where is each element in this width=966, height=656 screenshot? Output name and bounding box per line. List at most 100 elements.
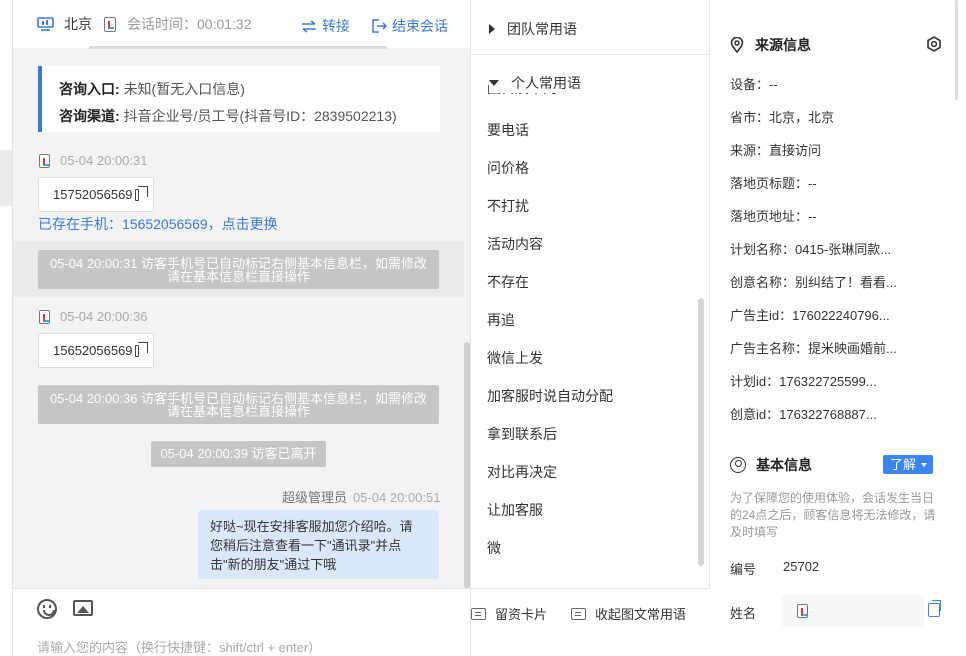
basic-info-note: 为了保障您的使用体验，会话发生当日 的24点之后，顾客信息将无法修改，请 及时填… xyxy=(730,490,940,541)
entry-key: 咨询入口: xyxy=(59,81,120,97)
existing-phone-link[interactable]: 已存在手机：15652056569，点击更换 xyxy=(38,214,278,234)
chat-header: 北京 会话时间：00:01:32 转接 结束会话 xyxy=(13,0,471,49)
transfer-label: 转接 xyxy=(322,18,350,34)
phrase-item[interactable]: 不存在 xyxy=(487,272,529,292)
source-info-header: 来源信息 xyxy=(730,35,811,55)
id-label: 编号 xyxy=(730,562,757,577)
system-message-line: 请在基本信息栏直接操作 xyxy=(166,269,310,284)
leave-card-label: 留资卡片 xyxy=(495,607,548,622)
end-session-button[interactable]: 结束会话 xyxy=(372,16,448,36)
agent-time: 05-04 20:00:51 xyxy=(353,490,441,505)
card-icon xyxy=(571,607,586,620)
user-icon xyxy=(730,457,746,473)
settings-icon[interactable] xyxy=(926,36,942,52)
source-creative-name: 创意名称：别纠结了！看看... xyxy=(730,275,897,290)
team-phrases-label: 团队常用语 xyxy=(507,21,577,37)
composer: 请输入您的内容（换行快捷键：shift/ctrl + enter） xyxy=(13,588,471,656)
session-time: 会话时间：00:01:32 xyxy=(127,16,252,32)
douyin-icon xyxy=(104,16,116,32)
copy-icon[interactable] xyxy=(134,341,150,357)
left-edge xyxy=(0,0,12,656)
message-meta: 05-04 20:00:31 xyxy=(39,153,147,168)
chat-panel: 北京 会话时间：00:01:32 转接 结束会话 咨询入口: 未知(暂无入口信息… xyxy=(12,0,471,656)
end-session-label: 结束会话 xyxy=(392,18,448,34)
phrase-item[interactable]: 问价格 xyxy=(487,158,529,178)
douyin-icon xyxy=(39,309,50,324)
phrase-item[interactable]: 对比再决定 xyxy=(487,462,557,482)
exit-icon xyxy=(372,19,387,33)
source-info-title: 来源信息 xyxy=(755,37,811,53)
agent-message-line: 击"新的朋友"通过下哦 xyxy=(210,557,337,572)
phone-number: 15652056569 xyxy=(53,343,133,358)
basic-info-header: 基本信息 xyxy=(730,455,812,475)
source-creative-id: 创意id：176322768887... xyxy=(730,407,877,422)
page-scrollbar[interactable] xyxy=(955,0,958,100)
phrase-item[interactable]: 要电话 xyxy=(487,120,529,140)
phrase-item[interactable]: 不打扰 xyxy=(487,196,529,216)
phrase-item[interactable]: 加客服时说自动分配 xyxy=(487,386,613,406)
message-time: 05-04 20:00:31 xyxy=(60,153,148,168)
phrase-item[interactable]: 再追 xyxy=(487,310,515,330)
customer-info-panel: 来源信息 设备：-- 省市：北京，北京 来源：直接访问 落地页标题：-- 落地页… xyxy=(710,0,966,656)
phrase-item[interactable]: 微信上发 xyxy=(487,348,543,368)
system-message: 05-04 20:00:31 访客手机号已自动标记右侧基本信息栏，如需修改 请在… xyxy=(38,250,439,289)
leave-card-button[interactable]: 留资卡片 xyxy=(471,604,547,623)
message-meta: 05-04 20:00:36 xyxy=(39,309,147,324)
name-field[interactable] xyxy=(782,595,924,627)
learn-more-dropdown[interactable]: 了解 xyxy=(883,455,933,474)
personal-phrases-label: 个人常用语 xyxy=(511,75,581,91)
name-label: 姓名 xyxy=(730,606,757,621)
visitor-location: 北京 xyxy=(64,16,92,32)
agent-message-line: 好哒~现在安排客服加您介绍哈。请 xyxy=(210,519,413,534)
note-line: 及时填写 xyxy=(730,525,779,539)
source-landing-url: 落地页地址：-- xyxy=(730,209,817,224)
channel-value: 抖音企业号/员工号(抖音号ID：2839502213) xyxy=(123,108,397,124)
douyin-icon xyxy=(39,153,50,168)
phrases-panel: 团队常用语 图日及不门 个人常用语 要电话问价格不打扰活动内容不存在再追微信上发… xyxy=(470,0,711,656)
entry-value: 未知(暂无入口信息) xyxy=(123,81,245,97)
phrases-scrollbar[interactable] xyxy=(698,298,704,566)
note-line: 为了保障您的使用体验，会话发生当日 xyxy=(730,491,935,505)
emoji-icon[interactable] xyxy=(37,599,57,619)
phrase-item[interactable]: 拿到联系后 xyxy=(487,424,557,444)
source-device: 设备：-- xyxy=(730,77,778,92)
source-channel: 来源：直接访问 xyxy=(730,143,822,158)
source-plan-id: 计划id：176322725599... xyxy=(730,374,877,389)
agent-message-bubble: 好哒~现在安排客服加您介绍哈。请 您稍后注意查看一下"通讯录"并点 击"新的朋友… xyxy=(198,510,439,579)
message-time: 05-04 20:00:36 xyxy=(60,309,148,324)
phrase-item[interactable]: 微 xyxy=(487,538,501,558)
copy-icon[interactable] xyxy=(134,185,150,201)
monitor-icon xyxy=(37,17,54,31)
douyin-icon xyxy=(797,604,808,618)
location-pin-icon xyxy=(730,36,744,54)
agent-message-line: 您稍后注意查看一下"通讯录"并点 xyxy=(210,538,402,553)
source-landing-title: 落地页标题：-- xyxy=(730,176,817,191)
copy-icon[interactable] xyxy=(928,600,941,617)
phrase-item[interactable]: 活动内容 xyxy=(487,234,543,254)
phone-number: 15752056569 xyxy=(53,187,133,202)
personal-phrases-group[interactable]: 个人常用语 xyxy=(489,73,585,93)
image-icon[interactable] xyxy=(73,600,93,616)
divider xyxy=(471,54,711,55)
source-advertiser-name: 广告主名称：提米映画婚前... xyxy=(730,341,897,356)
channel-key: 咨询渠道: xyxy=(59,108,120,124)
source-province: 省市：北京，北京 xyxy=(730,110,835,125)
collapse-phrases-label: 收起图文常用语 xyxy=(595,607,687,622)
message-input[interactable]: 请输入您的内容（换行快捷键：shift/ctrl + enter） xyxy=(37,637,321,656)
entry-info-card: 咨询入口: 未知(暂无入口信息) 咨询渠道: 抖音企业号/员工号(抖音号ID：2… xyxy=(38,66,440,132)
system-message: 05-04 20:00:36 访客手机号已自动标记右侧基本信息栏，如需修改 请在… xyxy=(38,385,439,424)
visitor-phone-message[interactable]: 15752056569 xyxy=(38,177,154,212)
phrase-item[interactable]: 让加客服 xyxy=(487,500,543,520)
visitor-phone-message[interactable]: 15652056569 xyxy=(38,333,154,368)
collapse-phrases-button[interactable]: 收起图文常用语 xyxy=(571,604,686,623)
agent-meta: 超级管理员 05-04 20:00:51 xyxy=(282,487,440,506)
team-phrases-group[interactable]: 团队常用语 xyxy=(489,19,577,39)
header-scroll-hint xyxy=(89,46,387,49)
transfer-button[interactable]: 转接 xyxy=(301,16,350,36)
caret-right-icon xyxy=(489,24,495,34)
id-value: 25702 xyxy=(783,559,820,574)
source-advertiser-id: 广告主id：176022240796... xyxy=(730,308,890,323)
system-message: 05-04 20:00:39 访客已离开 xyxy=(151,441,326,467)
transfer-icon xyxy=(302,19,316,33)
source-plan-name: 计划名称：0415-张琳同款... xyxy=(730,242,892,257)
